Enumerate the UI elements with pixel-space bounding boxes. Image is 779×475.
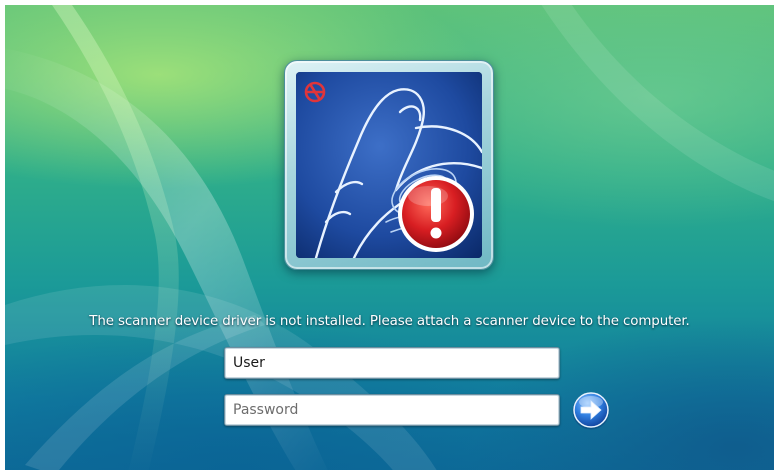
error-exclamation-icon [398,176,474,252]
scanner-status-message: The scanner device driver is not install… [89,314,690,329]
arrow-right-icon [572,392,610,430]
login-screen: The scanner device driver is not install… [0,0,779,475]
submit-login-button[interactable] [570,391,612,431]
password-field[interactable] [224,394,560,426]
username-field[interactable] [224,347,560,379]
user-tile [284,60,494,270]
fingerprint-scanner-error-icon [296,72,482,258]
